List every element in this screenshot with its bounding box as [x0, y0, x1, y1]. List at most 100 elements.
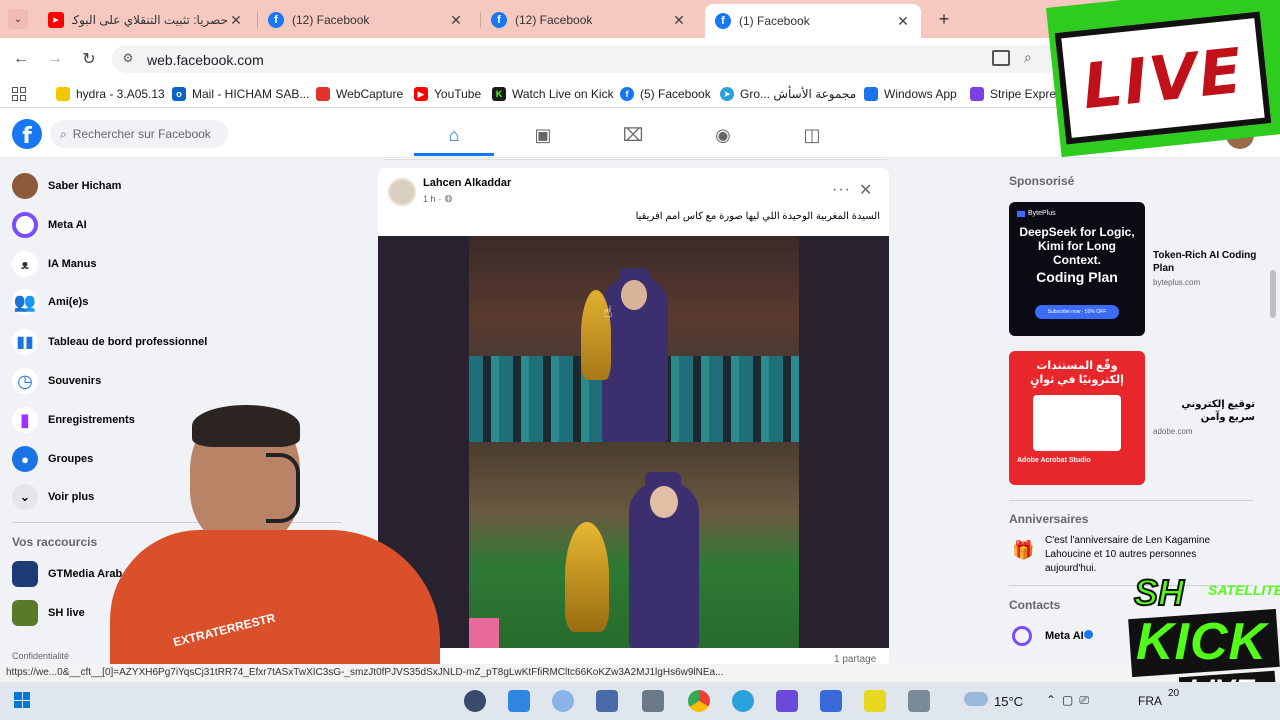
author-avatar[interactable] — [388, 178, 416, 206]
shortcut-item[interactable]: SH live — [12, 599, 85, 627]
close-tab-icon[interactable]: ✕ — [228, 12, 244, 29]
ad-domain[interactable]: adobe.com — [1153, 427, 1193, 436]
new-tab-button[interactable]: + — [934, 9, 954, 29]
ad-title[interactable]: توقيع إلكتروني سريع وآمن — [1153, 398, 1255, 424]
sidebar-item-dashboard[interactable]: ▮▮ Tableau de bord professionnel — [12, 328, 207, 356]
manus-icon: ᴥ — [12, 251, 38, 277]
windows-start-icon[interactable] — [14, 692, 30, 708]
sidebar-item-label: Tableau de bord professionnel — [48, 336, 208, 348]
friends-icon: 👥 — [12, 289, 38, 315]
kick-icon: K — [492, 87, 506, 101]
url-text[interactable]: web.facebook.com — [147, 52, 264, 68]
outlook-icon: o — [172, 87, 186, 101]
taskbar-app-icon[interactable] — [776, 690, 798, 712]
bookmark-mail[interactable]: o Mail - HICHAM SAB... — [172, 87, 309, 101]
page-scrollbar[interactable] — [1270, 270, 1276, 318]
shortcut-label: SH live — [48, 607, 85, 619]
sidebar-item-friends[interactable]: 👥 Ami(e)s — [12, 288, 88, 316]
taskbar-app-icon[interactable] — [864, 690, 886, 712]
more-options-icon[interactable]: ··· — [832, 181, 851, 199]
taskbar-app-icon[interactable] — [908, 690, 930, 712]
system-tray-icons[interactable]: ⌃▢⎚ — [1046, 693, 1095, 708]
tab-title: حصريا: تثبيت التنقلاي على البوكس — [72, 13, 228, 27]
ad-headline: DeepSeek for Logic, Kimi for Long Contex… — [1019, 225, 1135, 267]
calculator-icon[interactable] — [596, 690, 618, 712]
facebook-search-input[interactable]: ⌕ Rechercher sur Facebook — [50, 120, 228, 148]
sidebar-item-memories[interactable]: ◷ Souvenirs — [12, 367, 101, 395]
orange-shirt-shape — [110, 530, 440, 682]
sidebar-item-label: Souvenirs — [48, 375, 102, 387]
bookmark-webcapture[interactable]: WebCapture — [316, 87, 403, 101]
ad-title[interactable]: Token-Rich AI Coding Plan — [1153, 249, 1263, 275]
photo-trophy-crowd[interactable]: ☝ — [469, 236, 799, 442]
windows-app-icon — [864, 87, 878, 101]
bookmark-group[interactable]: ➤ Gro... مجموعة الأسأش — [720, 87, 856, 101]
sidebar-item-groups[interactable]: ● Groupes — [12, 445, 93, 473]
post-meta: 1 h · ◍ — [423, 193, 453, 204]
marketplace-nav-icon[interactable]: ⌧ — [593, 120, 673, 150]
browser-tab[interactable]: f (12) Facebook ✕ — [481, 4, 697, 36]
live-badge-inner: LIVE — [1054, 11, 1272, 145]
zoom-icon[interactable]: ⌕ — [1024, 49, 1032, 66]
sidebar-item-meta-ai[interactable]: Meta AI — [12, 211, 87, 239]
reload-icon[interactable]: ↻ — [76, 46, 102, 72]
ad-domain[interactable]: byteplus.com — [1153, 278, 1200, 287]
browser-tab[interactable]: f (12) Facebook ✕ — [258, 4, 474, 36]
shortcut-avatar — [12, 600, 38, 626]
sidebar-item-see-more[interactable]: ⌄ Voir plus — [12, 483, 94, 511]
shortcuts-heading: Vos raccourcis — [12, 535, 98, 549]
weather-temp[interactable]: 15°C — [994, 694, 1023, 709]
groups-nav-icon[interactable]: ◉ — [683, 120, 763, 150]
bookmark-hydra[interactable]: hydra - 3.A05.13 — [56, 87, 165, 101]
forward-arrow-icon[interactable]: → — [42, 46, 68, 72]
verified-badge-icon — [1084, 630, 1093, 639]
site-info-icon[interactable]: ⚙ — [120, 51, 136, 67]
sidebar-item-profile[interactable]: Saber Hicham — [12, 172, 121, 200]
taskbar-app-icon[interactable] — [820, 690, 842, 712]
clock-text[interactable]: 20 — [1168, 688, 1179, 699]
post-author[interactable]: Lahcen Alkaddar — [423, 177, 511, 189]
dashboard-icon: ▮▮ — [12, 329, 38, 355]
browser-tab[interactable]: ▶ حصريا: تثبيت التنقلاي على البوكس ✕ — [38, 4, 254, 36]
bookmark-stripe[interactable]: Stripe Express — [970, 87, 1068, 101]
close-tab-icon[interactable]: ✕ — [895, 13, 911, 30]
previous-post-edge — [384, 158, 887, 160]
language-indicator[interactable]: FRA — [1138, 694, 1162, 708]
apps-grid-icon[interactable] — [12, 87, 26, 101]
avatar — [12, 173, 38, 199]
taskbar-app-icon[interactable] — [464, 690, 486, 712]
home-nav-icon[interactable]: ⌂ — [414, 120, 494, 150]
browser-tab-active[interactable]: f (1) Facebook ✕ — [705, 4, 921, 38]
close-tab-icon[interactable]: ✕ — [448, 12, 464, 29]
photo-trophy-field[interactable] — [469, 442, 799, 648]
taskbar-app-icon[interactable] — [508, 690, 530, 712]
gaming-nav-icon[interactable]: ◫ — [772, 120, 852, 150]
install-app-icon[interactable] — [992, 50, 1010, 66]
meta-ai-icon — [12, 212, 38, 238]
footer-link[interactable]: Confidentialité — [12, 651, 69, 661]
status-url-bar: https://we...0&__cft__[0]=AZYXH6Pg7iYqsC… — [0, 664, 1280, 682]
close-post-icon[interactable]: ✕ — [859, 180, 872, 200]
video-nav-icon[interactable]: ▣ — [503, 120, 583, 150]
ad-byteplus-image[interactable]: BytePlus DeepSeek for Logic, Kimi for Lo… — [1009, 202, 1145, 336]
contact-name[interactable]: Meta AI — [1045, 630, 1084, 642]
telegram-icon[interactable] — [732, 690, 754, 712]
sidebar-item-label: Meta AI — [48, 219, 87, 231]
saved-icon: ▮ — [12, 407, 38, 433]
byteplus-logo: BytePlus — [1017, 210, 1137, 217]
facebook-logo[interactable]: f — [12, 119, 42, 149]
bookmark-facebook[interactable]: f (5) Facebook — [620, 87, 711, 101]
taskbar-app-icon[interactable] — [552, 690, 574, 712]
post-time[interactable]: 1 h — [423, 194, 436, 204]
close-tab-icon[interactable]: ✕ — [671, 12, 687, 29]
back-arrow-icon[interactable]: ← — [8, 46, 34, 72]
sidebar-item-manus[interactable]: ᴥ IA Manus — [12, 250, 97, 278]
bookmark-youtube[interactable]: ▶ YouTube — [414, 87, 481, 101]
tab-search-button[interactable]: ⌄ — [8, 9, 28, 29]
mouse-cursor-icon: ☝ — [603, 304, 613, 321]
bookmark-kick[interactable]: K Watch Live on Kick — [492, 87, 614, 101]
chrome-icon[interactable] — [688, 690, 710, 712]
bookmark-windows-app[interactable]: Windows App — [864, 87, 957, 101]
ad-adobe-image[interactable]: وقّع المستندات إلكترونيًا في ثوانٍ Adobe… — [1009, 351, 1145, 485]
taskbar-app-icon[interactable] — [642, 690, 664, 712]
